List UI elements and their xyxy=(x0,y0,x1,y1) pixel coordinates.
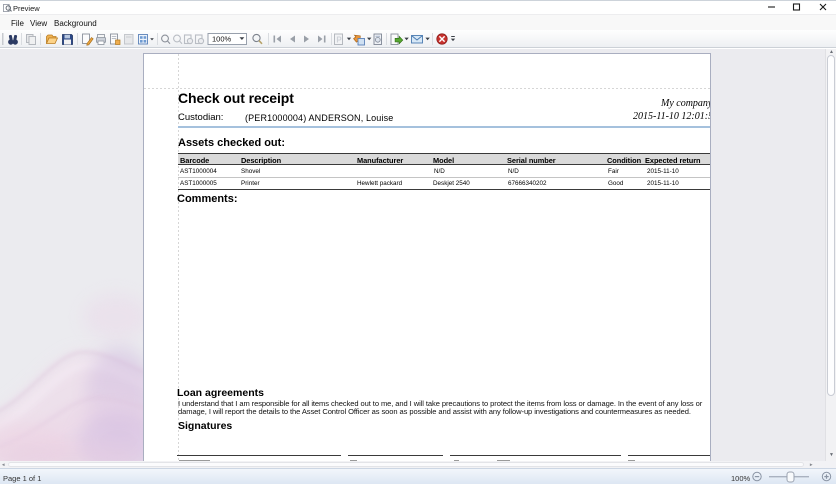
svg-text:P: P xyxy=(336,35,342,44)
svg-text:100%: 100% xyxy=(212,35,232,44)
